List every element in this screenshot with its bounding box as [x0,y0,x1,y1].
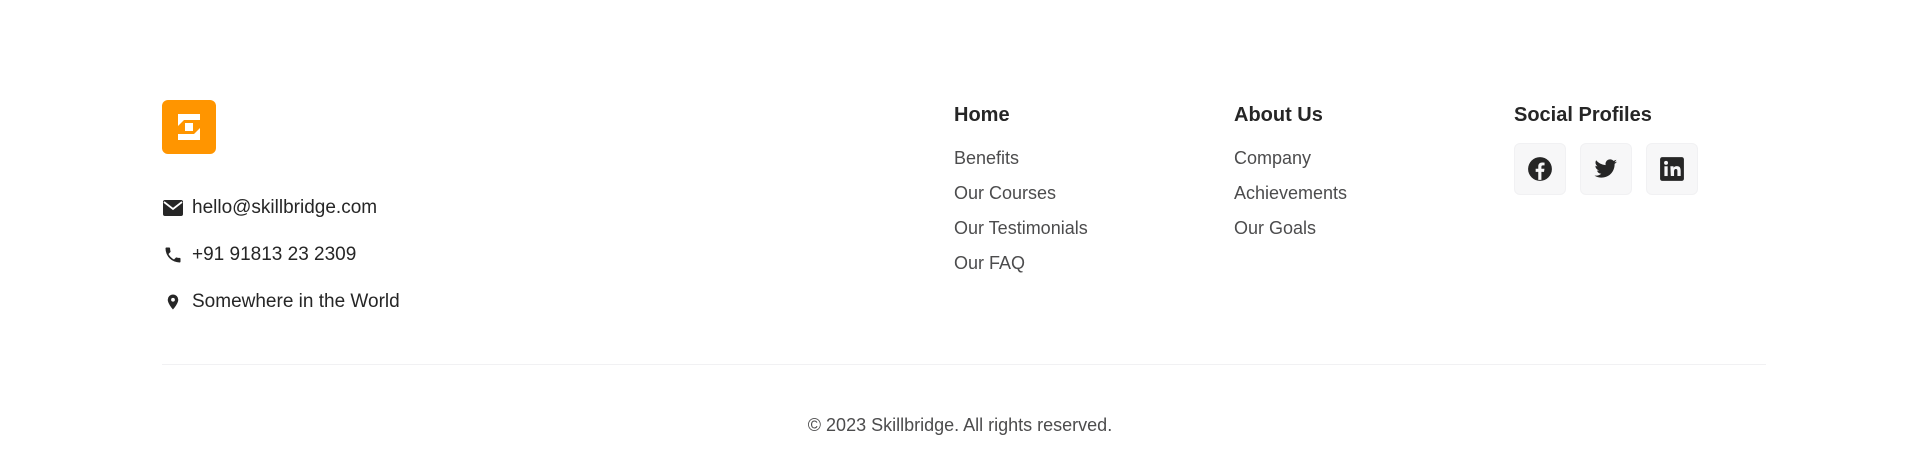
footer-column-social: Social Profiles [1514,100,1698,195]
footer-link-achievements[interactable]: Achievements [1234,178,1347,213]
copyright-text: © 2023 Skillbridge. All rights reserved. [807,415,1113,435]
location-pin-icon [162,291,184,313]
footer-link-benefits[interactable]: Benefits [954,143,1088,178]
skillbridge-logo[interactable] [162,100,216,154]
facebook-icon [1528,157,1552,181]
location-text: Somewhere in the World [192,291,400,312]
footer-link-our-testimonials[interactable]: Our Testimonials [954,213,1088,248]
linkedin-icon [1660,157,1684,181]
footer-divider [162,364,1766,365]
site-footer: hello@skillbridge.com +91 91813 23 2309 … [0,0,1920,472]
twitter-icon [1594,159,1617,178]
envelope-icon [162,197,184,219]
footer-column-home: Home Benefits Our Courses Our Testimonia… [954,100,1088,283]
column-title-about[interactable]: About Us [1234,100,1347,130]
contact-info: hello@skillbridge.com +91 91813 23 2309 … [162,193,400,334]
facebook-button[interactable] [1514,143,1566,195]
social-buttons [1514,143,1698,195]
column-title-social: Social Profiles [1514,104,1652,126]
footer-link-our-courses[interactable]: Our Courses [954,178,1088,213]
contact-location[interactable]: Somewhere in the World [162,287,400,317]
footer-link-company[interactable]: Company [1234,143,1347,178]
phone-icon [162,244,184,266]
skillbridge-logo-icon [178,114,200,140]
column-title-home[interactable]: Home [954,100,1088,130]
footer-link-our-faq[interactable]: Our FAQ [954,248,1088,283]
twitter-button[interactable] [1580,143,1632,195]
contact-phone[interactable]: +91 91813 23 2309 [162,240,400,270]
email-text: hello@skillbridge.com [192,197,378,218]
contact-email[interactable]: hello@skillbridge.com [162,193,400,223]
footer-column-about: About Us Company Achievements Our Goals [1234,100,1347,248]
linkedin-button[interactable] [1646,143,1698,195]
footer-link-our-goals[interactable]: Our Goals [1234,213,1347,248]
phone-text: +91 91813 23 2309 [192,244,357,265]
